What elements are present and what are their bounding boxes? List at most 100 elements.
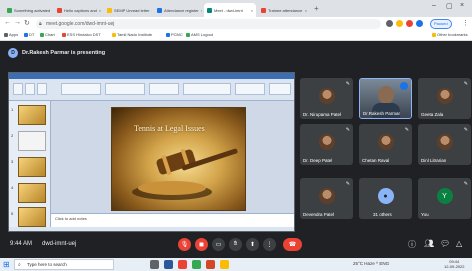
address-bar[interactable]: 🔒︎ meet.google.com/dwd-imnt-uej — [36, 19, 381, 29]
close-window-icon[interactable]: × — [460, 2, 464, 9]
participant-tile-nirupama[interactable]: ✎ Dr. Nirupama Patel — [300, 78, 353, 119]
taskbar-app-icon[interactable] — [164, 260, 173, 269]
participant-tile-others[interactable]: ● 31 others — [359, 178, 412, 219]
taskbar-clock[interactable]: 09:44 12-09-2022 — [444, 259, 464, 269]
more-options-button[interactable]: ⋮ — [263, 238, 276, 251]
reload-icon[interactable]: ↻ — [24, 19, 30, 27]
avatar: Y — [436, 188, 453, 204]
leave-call-button[interactable]: ☎︎ — [283, 238, 302, 251]
meeting-time: 9:44 AM — [10, 241, 33, 247]
captions-button[interactable]: ▭ — [212, 238, 225, 251]
bookmark-apps[interactable]: Apps — [4, 32, 18, 37]
participant-tile-rakesh[interactable]: Dr.Rakesh Parmar — [359, 78, 412, 119]
info-icon[interactable]: ⓘ — [408, 239, 416, 250]
presenter-banner: D Dr.Rakesh Parmar is presenting — [8, 46, 138, 60]
participant-tile-chetan[interactable]: ✎ Chetan Raval — [359, 124, 412, 165]
close-icon[interactable]: × — [152, 8, 153, 13]
slide-thumbnail — [18, 157, 46, 177]
menu-icon[interactable]: ⋮ — [462, 19, 469, 27]
tab-favicon-icon — [57, 7, 62, 13]
folder-icon[interactable] — [220, 260, 229, 269]
bookmark-icon — [112, 32, 116, 37]
bookmark-pcmc[interactable]: PCMC — [166, 32, 183, 37]
powerpoint-icon[interactable] — [206, 260, 215, 269]
taskbar-search[interactable]: ⌕ Type here to search — [14, 259, 114, 270]
hand-icon: ✋︎ — [233, 241, 238, 247]
activities-icon[interactable]: △ — [456, 239, 462, 248]
mic-off-icon: ✎ — [404, 127, 409, 133]
chat-icon[interactable]: 💬︎ — [440, 239, 450, 248]
back-icon[interactable]: ← — [4, 19, 11, 26]
close-icon[interactable]: × — [201, 8, 202, 13]
maximize-icon[interactable]: ▢ — [446, 2, 453, 10]
camera-off-icon: ◼ — [199, 242, 204, 248]
close-icon[interactable]: × — [305, 8, 307, 13]
task-view-icon[interactable] — [150, 260, 159, 269]
participant-name: Geeta Zala — [421, 112, 444, 117]
people-icon[interactable]: 👥︎ — [424, 239, 434, 248]
close-icon[interactable]: × — [251, 8, 253, 13]
camera-toggle-button[interactable]: ◼ — [195, 238, 208, 251]
present-icon: ⬆ — [249, 242, 256, 248]
ppt-status-bar — [9, 227, 294, 231]
browser-tab-6[interactable]: Trainee attendance × — [258, 3, 310, 17]
url-text: meet.google.com/dwd-imnt-uej — [46, 21, 115, 27]
chrome-icon[interactable] — [178, 260, 187, 269]
mic-toggle-button[interactable]: 🎙︎ — [178, 238, 191, 251]
bookmark-ams[interactable]: AMS Logout — [186, 32, 213, 37]
bookmark-icon — [40, 32, 44, 37]
bookmark-icon — [24, 32, 28, 37]
browser-tab-4[interactable]: Attendance register × — [154, 3, 202, 17]
bookmark-tn[interactable]: Tamil Nadu Institute — [112, 32, 152, 37]
ppt-ribbon-group — [235, 83, 265, 95]
browser-tab-3[interactable]: SEMP Unread letter × — [104, 3, 152, 17]
bookmark-chart[interactable]: Chart — [40, 32, 55, 37]
participant-tile-dinl[interactable]: ✎ Dinl Litrarian — [418, 124, 471, 165]
slide-title: Tennis at Legal Issues — [134, 124, 205, 133]
mic-off-icon: 🎙︎ — [180, 242, 189, 248]
ppt-ribbon-button — [25, 83, 35, 95]
avatar — [318, 188, 335, 204]
tab-label: Trainee attendance — [268, 7, 303, 13]
profile-button[interactable]: Paused — [430, 19, 452, 29]
close-icon[interactable]: × — [99, 8, 101, 13]
star-icon[interactable] — [396, 20, 403, 27]
tab-favicon-icon — [261, 7, 266, 13]
participant-name: Chetan Raval — [362, 158, 390, 163]
bookmark-ess[interactable]: ESS Hindalco DST — [62, 32, 101, 37]
avatar — [436, 88, 453, 104]
windows-start-icon[interactable]: ⊞ — [3, 260, 10, 269]
slide-thumbnail — [18, 131, 46, 151]
share-icon[interactable] — [386, 20, 393, 27]
participant-tile-devendra[interactable]: ✎ Devendra Patel — [300, 178, 353, 219]
raise-hand-button[interactable]: ✋︎ — [229, 238, 242, 251]
browser-tab-2[interactable]: Hello captions and × — [54, 3, 102, 17]
browser-tab-1[interactable]: Something activated × — [4, 3, 52, 17]
meet-control-bar: 9:44 AM dwd-imnt-uej 🎙︎ ◼ ▭ ✋︎ ⬆ ⋮ ☎︎ ⓘ … — [0, 234, 472, 256]
forward-icon[interactable]: → — [14, 19, 21, 26]
tab-label: SEMP Unread letter — [114, 7, 150, 13]
participant-tile-deep[interactable]: ✎ Dr. Deep Patel — [300, 124, 353, 165]
minimize-icon[interactable]: – — [432, 2, 436, 9]
avatar — [377, 134, 394, 150]
other-bookmarks[interactable]: Other bookmarks — [432, 32, 468, 37]
browser-tab-meet-active[interactable]: Meet - dwd-imnt × — [204, 3, 256, 17]
tab-favicon-icon — [7, 7, 12, 13]
taskbar-app-icon[interactable] — [192, 260, 201, 269]
notes-placeholder: Click to add notes — [55, 216, 87, 221]
browser-tab-strip: Something activated × Hello captions and… — [0, 0, 472, 17]
participant-tile-you[interactable]: Y ✎ You — [418, 178, 471, 219]
tab-label: Hello captions and — [64, 7, 97, 13]
extension-icon[interactable] — [406, 20, 413, 27]
puzzle-icon[interactable] — [416, 20, 423, 27]
participant-tile-geeta[interactable]: ✎ Geeta Zala — [418, 78, 471, 119]
ppt-ribbon-group — [183, 83, 231, 95]
system-tray[interactable]: 25°C Haze ^ ENG — [353, 261, 389, 266]
presenter-avatar: D — [8, 48, 18, 58]
speaking-badge-icon — [400, 82, 408, 90]
bookmark-dt[interactable]: DT — [24, 32, 34, 37]
ppt-ribbon-button — [37, 83, 47, 95]
new-tab-icon[interactable]: + — [314, 4, 319, 13]
present-button[interactable]: ⬆ — [246, 238, 259, 251]
thumb-number: 1 — [11, 107, 14, 112]
